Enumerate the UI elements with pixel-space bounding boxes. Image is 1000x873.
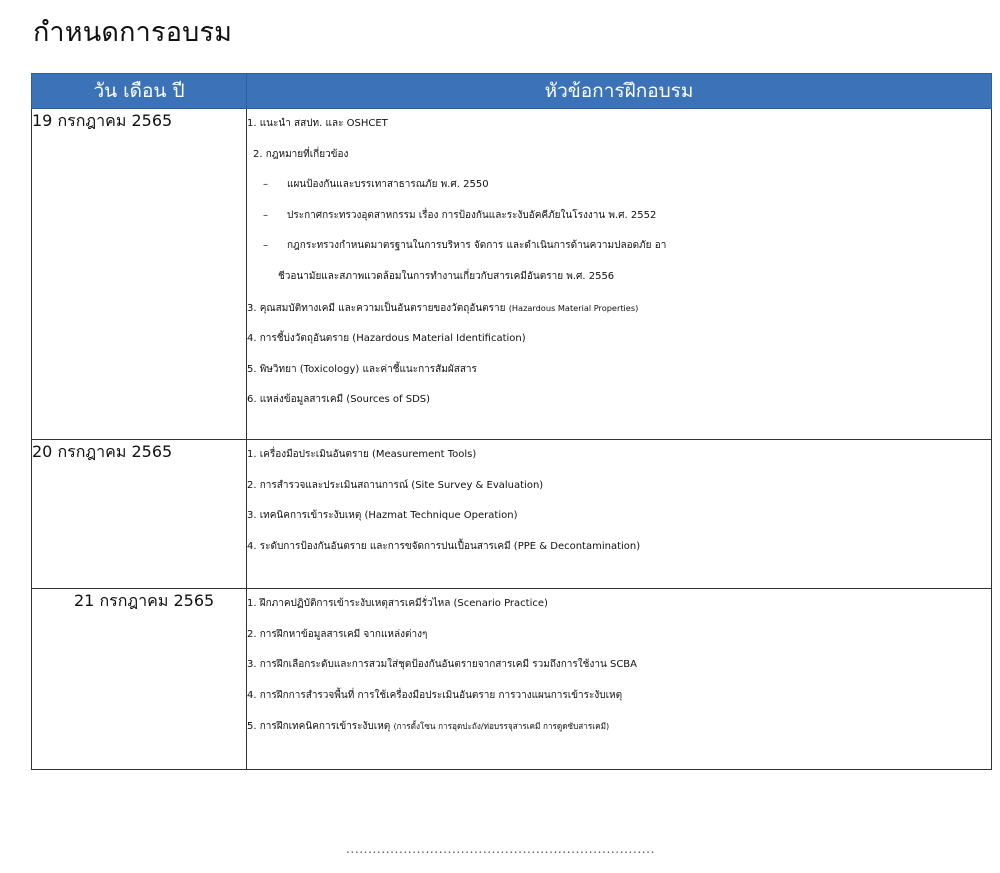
topic-line: 5. พิษวิทยา (Toxicology) และค่าชี้แนะการ… <box>247 363 477 375</box>
topic-subline-text: แผนป้องกันและบรรเทาสาธารณภัย พ.ศ. 2550 <box>287 179 489 191</box>
footer-dotted-line: ........................................… <box>346 842 656 856</box>
topic-line: 3. การฝึกเลือกระดับและการสวมใส่ชุดป้องกั… <box>247 659 638 671</box>
table-row: 21 กรกฎาคม 2565 1. ฝึกภาคปฏิบัติการเข้าร… <box>31 588 992 770</box>
row-topics: 1. เครื่องมือประเมินอันตราย (Measurement… <box>246 439 992 589</box>
dash-bullet: – <box>263 209 268 221</box>
topic-line: 5. การฝึกเทคนิคการเข้าระงับเหตุ (การตั้ง… <box>247 711 991 743</box>
topic-line-detail: (การตั้งโซน การอุดปะถัง/ท่อบรรจุสารเคมี … <box>393 721 610 732</box>
topic-line: 2. การฝึกหาข้อมูลสารเคมี จากแหล่งต่างๆ <box>247 628 428 640</box>
topic-subline-text: กฎกระทรวงกำหนดมาตรฐานในการบริหาร จัดการ … <box>287 240 667 252</box>
table-row: 19 กรกฎาคม 2565 1. แนะนำ สสปท. และ OSHCE… <box>31 108 992 440</box>
row-date: 20 กรกฎาคม 2565 <box>31 439 247 589</box>
row-date: 19 กรกฎาคม 2565 <box>31 108 247 440</box>
topic-line: 1. ฝึกภาคปฏิบัติการเข้าระงับเหตุสารเคมีร… <box>247 598 548 609</box>
topic-subline: – แผนป้องกันและบรรเทาสาธารณภัย พ.ศ. 2550 <box>247 170 991 201</box>
topic-subline: – กฎกระทรวงกำหนดมาตรฐานในการบริหาร จัดการ… <box>247 231 991 262</box>
topic-line: 2. กฎหมายที่เกี่ยวข้อง <box>253 148 349 160</box>
topic-line: 1. เครื่องมือประเมินอันตราย (Measurement… <box>247 449 477 460</box>
row-topics: 1. ฝึกภาคปฏิบัติการเข้าระงับเหตุสารเคมีร… <box>246 588 992 770</box>
row-date: 21 กรกฎาคม 2565 <box>31 588 247 770</box>
row-topics: 1. แนะนำ สสปท. และ OSHCET 2. กฎหมายที่เก… <box>246 108 992 440</box>
dash-bullet: – <box>263 179 268 191</box>
topic-subline: – ประกาศกระทรวงอุตสาหกรรม เรื่อง การป้องก… <box>247 201 991 232</box>
topic-line: 3. เทคนิคการเข้าระงับเหตุ (Hazmat Techni… <box>247 510 518 522</box>
topic-line: 2. การสำรวจและประเมินสถานการณ์ (Site Sur… <box>247 479 544 491</box>
topic-line: 1. แนะนำ สสปท. และ OSHCET <box>247 118 388 129</box>
topic-line: 6. แหล่งข้อมูลสารเคมี (Sources of SDS) <box>247 394 431 406</box>
topic-subline-continued: ชีวอนามัยและสภาพแวดล้อมในการทำงานเกี่ยวก… <box>278 270 615 282</box>
table-header-row: วัน เดือน ปี หัวข้อการฝึกอบรม <box>31 73 992 109</box>
column-header-date: วัน เดือน ปี <box>31 73 247 109</box>
training-schedule-table: วัน เดือน ปี หัวข้อการฝึกอบรม 19 กรกฎาคม… <box>31 73 992 770</box>
dash-bullet: – <box>263 240 268 252</box>
topic-line-text: 5. การฝึกเทคนิคการเข้าระงับเหตุ <box>247 721 391 733</box>
topic-line-english: (Hazardous Material Properties) <box>508 302 639 313</box>
column-header-topic: หัวข้อการฝึกอบรม <box>246 73 992 109</box>
topic-line: 3. คุณสมบัติทางเคมี และความเป็นอันตรายขอ… <box>247 293 991 325</box>
topic-line: 4. ระดับการป้องกันอันตราย และการขจัดการป… <box>247 540 641 552</box>
topic-line-text: 3. คุณสมบัติทางเคมี และความเป็นอันตรายขอ… <box>247 302 506 314</box>
topic-line: 4. การชี้บ่งวัตถุอันตราย (Hazardous Mate… <box>247 333 526 345</box>
topic-line: 4. การฝึกการสำรวจพื้นที่ การใช้เครื่องมื… <box>247 689 623 701</box>
page-title: กำหนดการอบรม <box>33 17 233 48</box>
table-row: 20 กรกฎาคม 2565 1. เครื่องมือประเมินอันต… <box>31 439 992 589</box>
topic-subline-text: ประกาศกระทรวงอุตสาหกรรม เรื่อง การป้องกั… <box>287 209 657 221</box>
